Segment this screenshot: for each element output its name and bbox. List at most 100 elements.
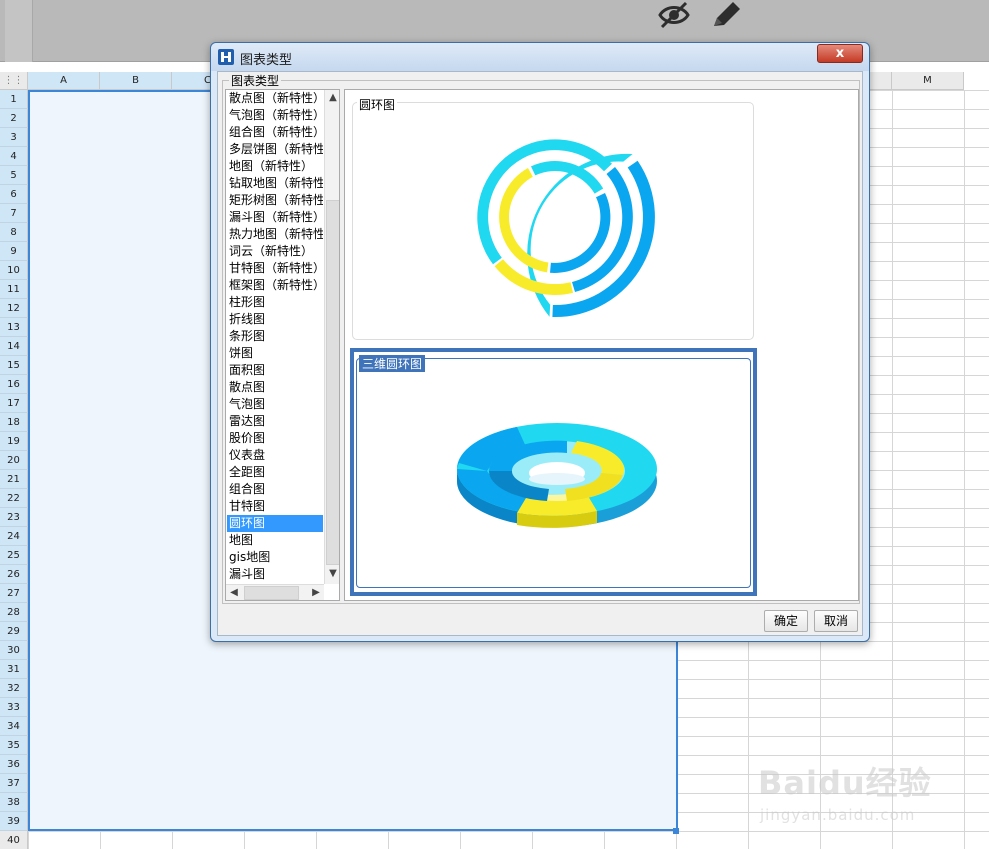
chart-type-item[interactable]: 全距图	[227, 464, 323, 481]
row-header[interactable]: 18	[0, 413, 28, 432]
preview-donut-label: 圆环图	[357, 96, 398, 113]
row-header[interactable]: 20	[0, 451, 28, 470]
row-header[interactable]: 23	[0, 508, 28, 527]
row-header[interactable]: 12	[0, 299, 28, 318]
scroll-left-icon[interactable]: ◀	[226, 585, 242, 600]
scroll-right-icon[interactable]: ▶	[308, 585, 324, 600]
row-header[interactable]: 37	[0, 774, 28, 793]
row-header[interactable]: 26	[0, 565, 28, 584]
vertical-scroll-thumb[interactable]	[326, 200, 339, 565]
chart-type-item[interactable]: 柱形图	[227, 294, 323, 311]
chart-type-item[interactable]: 漏斗图	[227, 566, 323, 583]
scroll-down-icon[interactable]: ▼	[325, 566, 339, 582]
row-header[interactable]: 30	[0, 641, 28, 660]
chart-type-item[interactable]: 饼图	[227, 345, 323, 362]
chart-type-item[interactable]: 甘特图（新特性）	[227, 260, 323, 277]
row-header[interactable]: 17	[0, 394, 28, 413]
chart-type-item[interactable]: 组合图（新特性）	[227, 124, 323, 141]
preview-3d-donut[interactable]: 三维圆环图	[350, 348, 757, 596]
pencil-icon[interactable]	[708, 0, 744, 30]
row-header[interactable]: 11	[0, 280, 28, 299]
chart-type-item[interactable]: 组合图	[227, 481, 323, 498]
row-header[interactable]: 36	[0, 755, 28, 774]
row-header[interactable]: 14	[0, 337, 28, 356]
row-header[interactable]: 1	[0, 90, 28, 109]
column-header[interactable]: A	[28, 72, 100, 90]
row-header[interactable]: 31	[0, 660, 28, 679]
chart-type-item[interactable]: 圆环图	[227, 515, 323, 532]
chart-type-list[interactable]: 散点图（新特性） 气泡图（新特性） 组合图（新特性） 多层饼图（新特性 地图（新特性）钻…	[225, 89, 340, 601]
chart-type-item[interactable]: 仪表盘	[227, 447, 323, 464]
row-header[interactable]: 24	[0, 527, 28, 546]
vertical-scrollbar[interactable]: ▲ ▼	[324, 90, 339, 584]
donut-thumbnail	[477, 139, 655, 318]
row-header[interactable]: 27	[0, 584, 28, 603]
row-header[interactable]: 6	[0, 185, 28, 204]
chart-type-item[interactable]: 漏斗图（新特性）	[227, 209, 323, 226]
app-logo-icon	[218, 49, 234, 65]
row-header[interactable]: 10	[0, 261, 28, 280]
chart-type-item[interactable]: 气泡图	[227, 396, 323, 413]
groupbox-label: 图表类型	[229, 72, 282, 89]
row-header[interactable]: 13	[0, 318, 28, 337]
chart-type-item[interactable]: gis地图	[227, 549, 323, 566]
row-header[interactable]: 35	[0, 736, 28, 755]
chart-type-item[interactable]: 词云（新特性）	[227, 243, 323, 260]
chart-type-item[interactable]: 条形图	[227, 328, 323, 345]
chart-type-item[interactable]: 框架图（新特性）	[227, 277, 323, 294]
chart-type-item[interactable]: 面积图	[227, 362, 323, 379]
row-header[interactable]: 40	[0, 831, 28, 849]
row-header[interactable]: 32	[0, 679, 28, 698]
column-header[interactable]: B	[100, 72, 172, 90]
watermark-url: jingyan.baidu.com	[760, 806, 916, 824]
row-header[interactable]: 8	[0, 223, 28, 242]
preview-donut[interactable]: 圆环图	[352, 96, 754, 340]
close-button[interactable]: x	[817, 44, 863, 63]
row-header[interactable]: 15	[0, 356, 28, 375]
fill-handle[interactable]	[673, 828, 679, 834]
chart-type-item[interactable]: 甘特图	[227, 498, 323, 515]
row-header[interactable]: 39	[0, 812, 28, 831]
chart-type-item[interactable]: 气泡图（新特性）	[227, 107, 323, 124]
scroll-up-icon[interactable]: ▲	[325, 90, 339, 106]
column-header[interactable]: M	[892, 72, 964, 90]
chart-type-item[interactable]: 钻取地图（新特性）	[227, 175, 323, 192]
watermark: Baidu经验 jingyan.baidu.com	[758, 738, 958, 833]
eye-slash-icon[interactable]	[656, 0, 692, 30]
chart-type-item[interactable]: 矩形树图（新特性	[227, 192, 323, 209]
row-header[interactable]: 19	[0, 432, 28, 451]
row-header[interactable]: 22	[0, 489, 28, 508]
chart-type-item[interactable]: 散点图（新特性）	[227, 90, 323, 107]
row-header[interactable]: 28	[0, 603, 28, 622]
horizontal-scrollbar[interactable]: ◀ ▶	[226, 584, 324, 600]
row-header[interactable]: 16	[0, 375, 28, 394]
row-header[interactable]: 29	[0, 622, 28, 641]
chart-type-item[interactable]: 雷达图	[227, 413, 323, 430]
row-header[interactable]: 38	[0, 793, 28, 812]
chart-type-item[interactable]: 折线图	[227, 311, 323, 328]
row-header[interactable]: 4	[0, 147, 28, 166]
row-header[interactable]: 9	[0, 242, 28, 261]
chart-type-item[interactable]: 热力地图（新特性）	[227, 226, 323, 243]
horizontal-scroll-thumb[interactable]	[244, 586, 299, 600]
ok-button[interactable]: 确定	[764, 610, 808, 632]
row-header[interactable]: 2	[0, 109, 28, 128]
cancel-button[interactable]: 取消	[814, 610, 858, 632]
row-header[interactable]: 33	[0, 698, 28, 717]
chart-type-item[interactable]: 股价图	[227, 430, 323, 447]
chart-type-item[interactable]: 地图（新特性）	[227, 158, 323, 175]
preview-3d-donut-label: 三维圆环图	[359, 355, 426, 372]
chart-type-item[interactable]: 地图	[227, 532, 323, 549]
dialog-titlebar[interactable]: 图表类型 x	[211, 43, 869, 71]
row-header[interactable]: 5	[0, 166, 28, 185]
donut-inner-blue-segment	[550, 193, 611, 273]
donut-inner-yellow-segment	[499, 168, 549, 273]
row-header[interactable]: 25	[0, 546, 28, 565]
row-header[interactable]: 34	[0, 717, 28, 736]
row-header[interactable]: 21	[0, 470, 28, 489]
row-header[interactable]: 7	[0, 204, 28, 223]
row-header[interactable]: 3	[0, 128, 28, 147]
select-all-corner[interactable]: ⋮⋮	[0, 72, 28, 90]
chart-type-item[interactable]: 散点图	[227, 379, 323, 396]
chart-type-item[interactable]: 多层饼图（新特性	[227, 141, 323, 158]
